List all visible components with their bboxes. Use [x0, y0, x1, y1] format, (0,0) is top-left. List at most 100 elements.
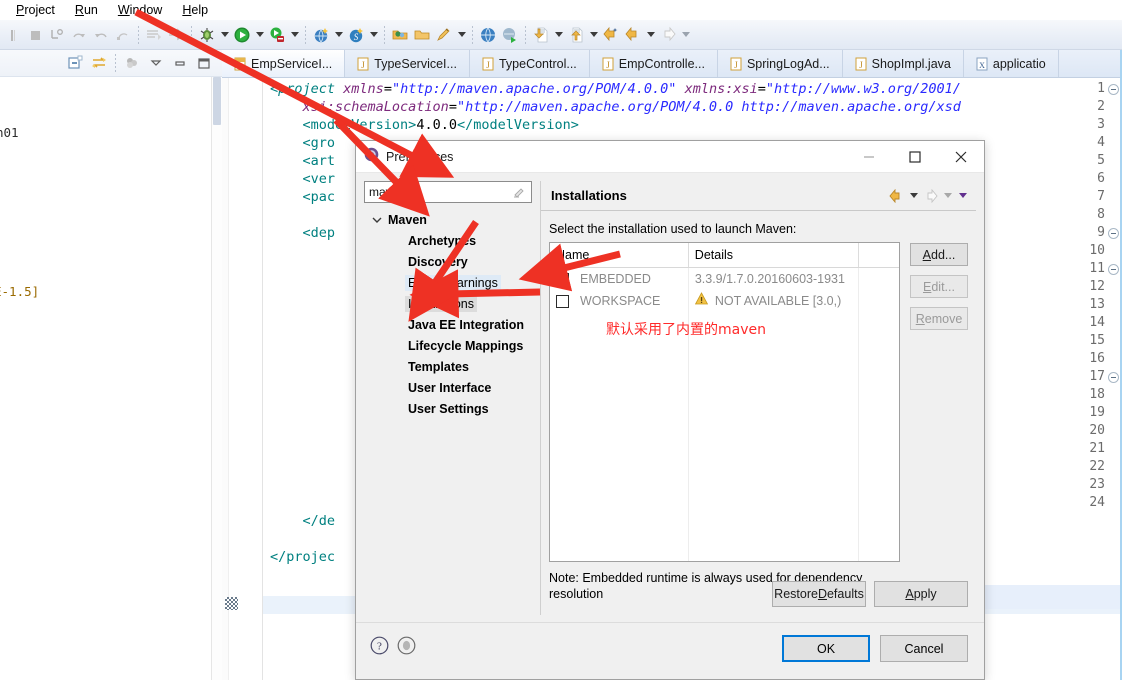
- back-dropdown-icon[interactable]: [644, 23, 657, 47]
- scrollbar-thumb[interactable]: [213, 77, 221, 125]
- editor-tab-0[interactable]: EmpServiceI...: [222, 50, 346, 77]
- run-icon[interactable]: [231, 23, 253, 47]
- view-menu-icon[interactable]: [144, 53, 168, 73]
- remove-button[interactable]: Remove: [910, 307, 968, 330]
- coverage-dropdown-icon[interactable]: [288, 23, 301, 47]
- editor-tab-6[interactable]: X applicatio: [964, 50, 1059, 77]
- tree-node-user-settings[interactable]: User Settings: [364, 398, 532, 419]
- restore-defaults-button[interactable]: Restore Defaults: [772, 581, 866, 607]
- row-checkbox-unchecked[interactable]: [556, 294, 569, 308]
- menu-item-window[interactable]: Window: [108, 0, 172, 20]
- info-icon[interactable]: [397, 636, 416, 660]
- view-menu-icon[interactable]: [956, 186, 970, 206]
- close-icon[interactable]: [938, 141, 984, 173]
- chevron-down-icon[interactable]: [370, 209, 384, 230]
- minimize-view-icon[interactable]: [168, 53, 192, 73]
- installations-table[interactable]: Name Details EMBEDDED 3.3.9/1.7.0.201606…: [549, 242, 900, 562]
- menu-item-run[interactable]: Run: [65, 0, 108, 20]
- column-header-blank[interactable]: [859, 243, 899, 267]
- forward-dropdown-icon[interactable]: [941, 186, 955, 206]
- back-arrow-icon[interactable]: [888, 186, 906, 206]
- coverage-icon[interactable]: [266, 23, 288, 47]
- debug-icon[interactable]: [196, 23, 218, 47]
- cancel-button[interactable]: Cancel: [880, 635, 968, 662]
- tree-node-errors-warnings[interactable]: Errors/Warnings: [364, 272, 532, 293]
- step-into-icon[interactable]: [46, 23, 68, 47]
- collapse-all-icon[interactable]: [63, 53, 87, 73]
- debug-dropdown-icon[interactable]: [218, 23, 231, 47]
- search-icon[interactable]: [433, 23, 455, 47]
- minimize-icon[interactable]: [846, 141, 892, 173]
- tree-node-java-ee-integration[interactable]: Java EE Integration: [364, 314, 532, 335]
- column-header-name[interactable]: Name: [550, 243, 689, 267]
- tree-node-archetypes[interactable]: Archetypes: [364, 230, 532, 251]
- row-checkbox-checked[interactable]: [556, 272, 569, 286]
- back-icon[interactable]: [622, 23, 644, 47]
- tree-item-project-fragment[interactable]: n01: [0, 125, 19, 140]
- editor-tab-4[interactable]: J SpringLogAd...: [718, 50, 843, 77]
- pause-icon[interactable]: [2, 23, 24, 47]
- ok-button[interactable]: OK: [782, 635, 870, 662]
- editor-tab-3[interactable]: J EmpControlle...: [590, 50, 718, 77]
- next-annotation-icon[interactable]: [600, 23, 622, 47]
- run-server-icon[interactable]: [499, 23, 521, 47]
- tree-node-discovery[interactable]: Discovery: [364, 251, 532, 272]
- tree-node-maven[interactable]: Maven: [364, 209, 532, 230]
- fold-toggle-icon[interactable]: [1108, 264, 1119, 275]
- new-web-project-icon[interactable]: [310, 23, 332, 47]
- forward-nav-icon[interactable]: [657, 23, 679, 47]
- tree-node-templates[interactable]: Templates: [364, 356, 532, 377]
- new-spring-dropdown-icon[interactable]: [367, 23, 380, 47]
- editor-tab-1[interactable]: J TypeServiceI...: [345, 50, 470, 77]
- maximize-icon[interactable]: [892, 141, 938, 173]
- bookmark-marker[interactable]: [225, 597, 238, 610]
- maximize-view-icon[interactable]: [192, 53, 216, 73]
- step-return-icon[interactable]: [90, 23, 112, 47]
- back-list-icon[interactable]: [565, 23, 587, 47]
- open-resource-icon[interactable]: [411, 23, 433, 47]
- tree-item-jre-fragment[interactable]: E-1.5]: [0, 284, 39, 299]
- menu-item-project[interactable]: Project: [6, 0, 65, 20]
- column-header-details[interactable]: Details: [689, 243, 860, 267]
- apply-button[interactable]: Apply: [874, 581, 968, 607]
- step-over-icon[interactable]: [68, 23, 90, 47]
- link-with-editor-icon[interactable]: [87, 53, 111, 73]
- menu-item-help[interactable]: Help: [172, 0, 218, 20]
- filter-input[interactable]: maven: [364, 181, 532, 203]
- help-icon[interactable]: ?: [370, 636, 389, 660]
- filter-icon[interactable]: [120, 53, 144, 73]
- forward-arrow-icon[interactable]: [922, 186, 940, 206]
- search-dropdown-icon[interactable]: [455, 23, 468, 47]
- forward-icon[interactable]: [530, 23, 552, 47]
- tree-node-lifecycle-mappings[interactable]: Lifecycle Mappings: [364, 335, 532, 356]
- forward-nav-dropdown-icon[interactable]: [679, 23, 692, 47]
- run-last-tool-icon[interactable]: [165, 23, 187, 47]
- editor-gutter[interactable]: [222, 78, 263, 680]
- open-type-icon[interactable]: [389, 23, 411, 47]
- run-dropdown-icon[interactable]: [253, 23, 266, 47]
- new-web-project-dropdown-icon[interactable]: [332, 23, 345, 47]
- fold-toggle-icon[interactable]: [1108, 372, 1119, 383]
- table-row[interactable]: EMBEDDED 3.3.9/1.7.0.20160603-1931: [550, 268, 899, 290]
- add-button[interactable]: Add...: [910, 243, 968, 266]
- fold-toggle-icon[interactable]: [1108, 228, 1119, 239]
- tree-node-installations[interactable]: Installations: [364, 293, 532, 314]
- forward-dropdown-icon[interactable]: [552, 23, 565, 47]
- step-filter-icon[interactable]: [112, 23, 134, 47]
- fold-toggle-icon[interactable]: [1108, 84, 1119, 95]
- skip-breakpoints-icon[interactable]: [143, 23, 165, 47]
- editor-tab-5[interactable]: J ShopImpl.java: [843, 50, 964, 77]
- editor-tab-2[interactable]: J TypeControl...: [470, 50, 590, 77]
- stop-icon[interactable]: [24, 23, 46, 47]
- dialog-title-bar[interactable]: Preferences: [356, 141, 984, 173]
- new-spring-icon[interactable]: S: [345, 23, 367, 47]
- back-dropdown-icon[interactable]: [907, 186, 921, 206]
- clear-icon[interactable]: [511, 184, 527, 200]
- table-row[interactable]: WORKSPACE NOT AVAILABLE [3.0,): [550, 290, 899, 312]
- row-name-cell[interactable]: WORKSPACE: [550, 290, 689, 312]
- tree-node-user-interface[interactable]: User Interface: [364, 377, 532, 398]
- package-explorer-scrollbar[interactable]: [211, 77, 222, 680]
- open-browser-icon[interactable]: [477, 23, 499, 47]
- preferences-tree[interactable]: Maven Archetypes Discovery Errors/Warnin…: [364, 209, 532, 615]
- edit-button[interactable]: Edit...: [910, 275, 968, 298]
